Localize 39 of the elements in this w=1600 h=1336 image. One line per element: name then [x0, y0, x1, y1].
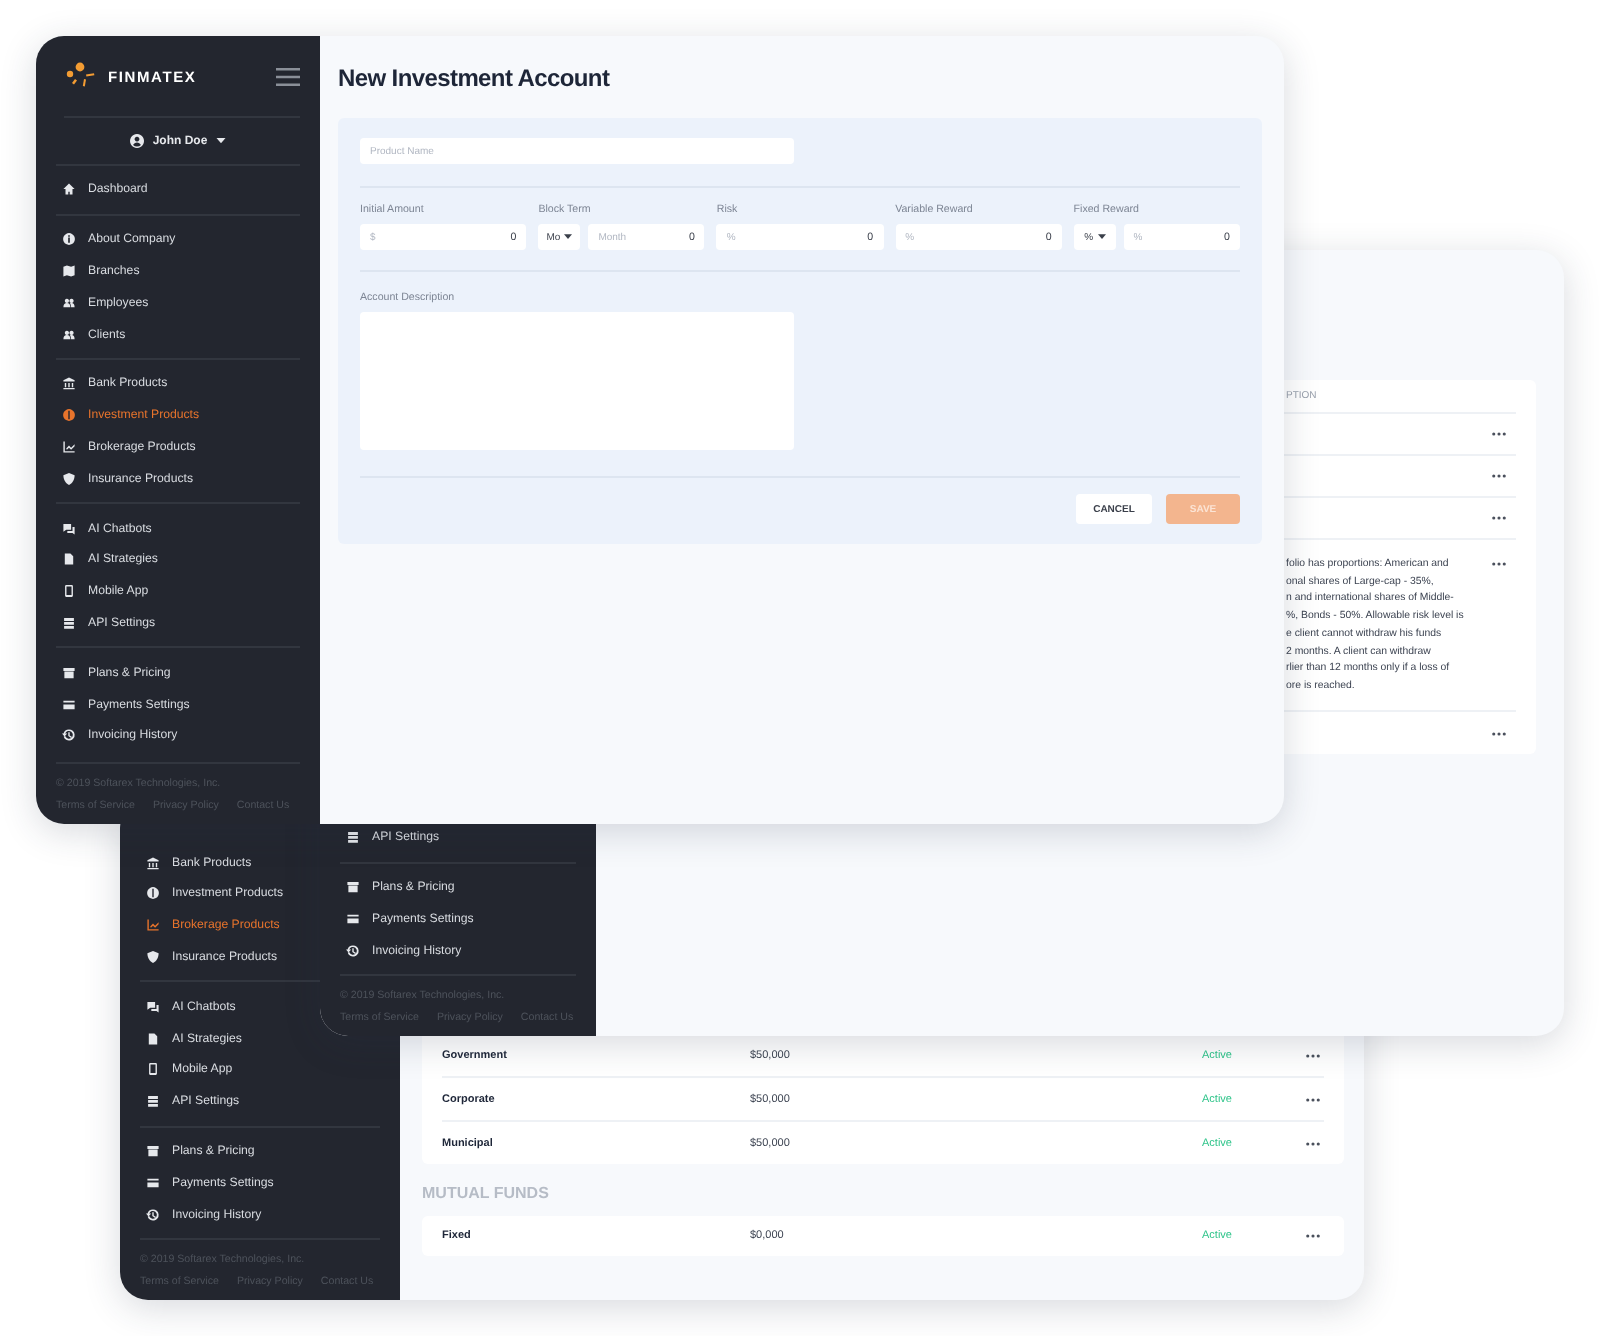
user-icon	[130, 134, 145, 148]
shield-icon	[146, 950, 160, 965]
users-icon	[62, 327, 76, 342]
coin-icon	[62, 408, 76, 423]
section-title: MUTUAL FUNDS	[422, 1184, 551, 1204]
menu-icon[interactable]	[276, 67, 300, 85]
home-icon	[62, 182, 76, 197]
history-icon	[146, 1207, 160, 1222]
archive-icon	[146, 1144, 160, 1158]
users-icon	[62, 295, 76, 310]
database-icon	[62, 615, 76, 630]
caret-icon	[1097, 234, 1106, 240]
page-title: New Investment Account	[338, 62, 612, 96]
bank-icon	[146, 855, 160, 870]
shield-icon	[62, 471, 76, 486]
caret-icon	[215, 138, 226, 144]
document-icon	[146, 1031, 160, 1046]
phone-icon	[146, 1062, 160, 1077]
bank-icon	[62, 376, 76, 391]
map-icon	[62, 263, 76, 278]
archive-icon	[62, 665, 76, 680]
coin-icon	[146, 886, 160, 901]
chat-icon	[62, 521, 76, 536]
archive-icon	[346, 880, 360, 894]
chart-icon	[146, 918, 160, 933]
credit-card-icon	[146, 1175, 160, 1190]
info-icon	[62, 232, 76, 247]
document-icon	[62, 552, 76, 567]
chart-icon	[62, 439, 76, 454]
history-icon	[346, 943, 360, 958]
credit-card-icon	[346, 911, 360, 926]
chat-icon	[146, 999, 160, 1014]
phone-icon	[62, 584, 76, 599]
logo-icon	[64, 62, 96, 90]
caret-icon	[564, 234, 573, 240]
credit-card-icon	[62, 697, 76, 712]
database-icon	[346, 830, 360, 845]
database-icon	[146, 1094, 160, 1109]
history-icon	[62, 728, 76, 743]
